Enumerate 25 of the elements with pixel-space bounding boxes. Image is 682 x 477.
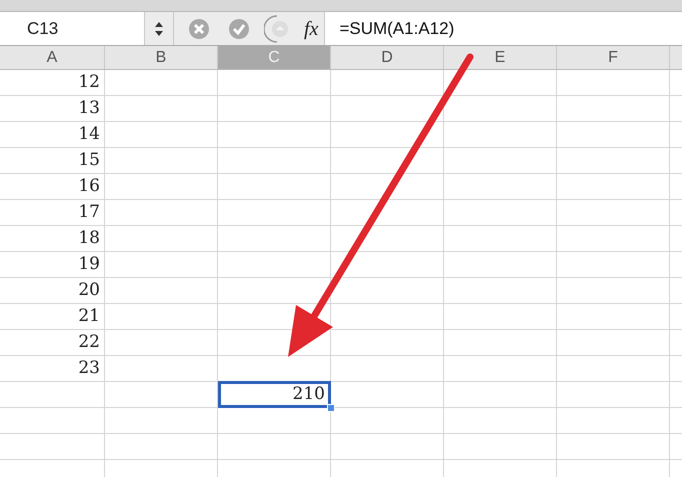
table-cell: 16 bbox=[0, 174, 105, 199]
cancel-icon[interactable] bbox=[188, 18, 210, 40]
table-cell: 18 bbox=[0, 226, 105, 251]
table-cell: 13 bbox=[0, 96, 105, 121]
check-icon[interactable] bbox=[228, 18, 250, 40]
column-header[interactable]: B bbox=[105, 46, 218, 69]
function-button[interactable]: fx bbox=[304, 14, 318, 44]
selected-cell[interactable]: 210 bbox=[218, 381, 331, 408]
table-cell: 21 bbox=[0, 304, 105, 329]
table-cell: 23 bbox=[0, 356, 105, 381]
column-header[interactable]: D bbox=[331, 46, 444, 69]
table-cell: 20 bbox=[0, 278, 105, 303]
table-cell: 17 bbox=[0, 200, 105, 225]
round-button-icon[interactable] bbox=[264, 14, 290, 42]
table-cell: 15 bbox=[0, 148, 105, 173]
name-box[interactable]: C13 bbox=[0, 12, 145, 45]
table-cell: 19 bbox=[0, 252, 105, 277]
table-cell: 14 bbox=[0, 122, 105, 147]
table-cell: 12 bbox=[0, 70, 105, 95]
column-header[interactable]: E bbox=[444, 46, 557, 69]
table-cell: 22 bbox=[0, 330, 105, 355]
column-header[interactable]: F bbox=[557, 46, 670, 69]
fill-handle[interactable] bbox=[327, 404, 335, 412]
column-header[interactable]: A bbox=[0, 46, 105, 69]
formula-field[interactable]: =SUM(A1:A12) bbox=[325, 12, 682, 45]
